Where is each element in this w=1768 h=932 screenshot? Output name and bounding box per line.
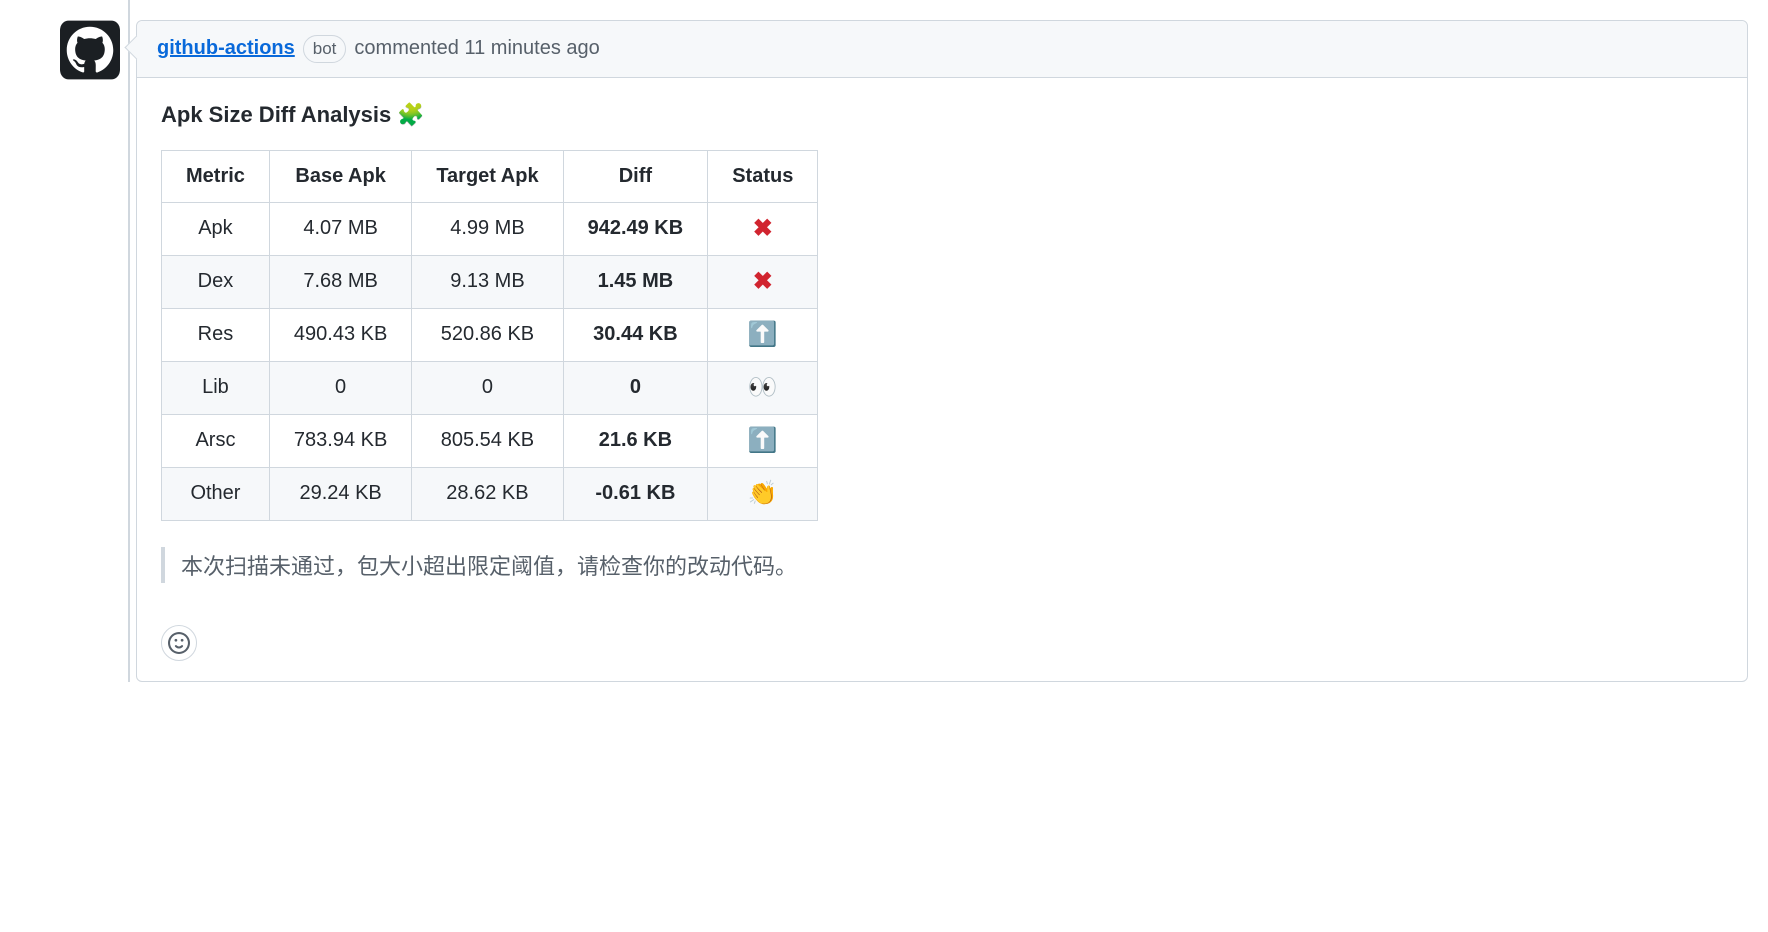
status-cell: ✖ bbox=[708, 202, 818, 255]
metric-cell: Arsc bbox=[162, 414, 270, 467]
table-header-row: Metric Base Apk Target Apk Diff Status bbox=[162, 150, 818, 202]
diff-cell: 30.44 KB bbox=[563, 308, 708, 361]
metric-cell: Apk bbox=[162, 202, 270, 255]
target-cell: 4.99 MB bbox=[412, 202, 563, 255]
metric-cell: Other bbox=[162, 467, 270, 520]
col-base: Base Apk bbox=[269, 150, 411, 202]
comment-action-text: commented 11 minutes ago bbox=[354, 37, 599, 60]
status-cell: 👏 bbox=[708, 467, 818, 520]
table-row: Other29.24 KB28.62 KB-0.61 KB👏 bbox=[162, 467, 818, 520]
col-status: Status bbox=[708, 150, 818, 202]
comment-timestamp[interactable]: 11 minutes ago bbox=[464, 37, 599, 59]
target-cell: 520.86 KB bbox=[412, 308, 563, 361]
base-cell: 490.43 KB bbox=[269, 308, 411, 361]
add-reaction-button[interactable] bbox=[161, 625, 197, 661]
diff-cell: 942.49 KB bbox=[563, 202, 708, 255]
status-cell: ⬆️ bbox=[708, 308, 818, 361]
col-target: Target Apk bbox=[412, 150, 563, 202]
base-cell: 29.24 KB bbox=[269, 467, 411, 520]
base-cell: 4.07 MB bbox=[269, 202, 411, 255]
diff-cell: 1.45 MB bbox=[563, 255, 708, 308]
analysis-title: Apk Size Diff Analysis 🧩 bbox=[161, 102, 1723, 128]
metric-cell: Dex bbox=[162, 255, 270, 308]
author-link[interactable]: github-actions bbox=[157, 37, 295, 60]
base-cell: 7.68 MB bbox=[269, 255, 411, 308]
target-cell: 805.54 KB bbox=[412, 414, 563, 467]
metric-cell: Lib bbox=[162, 361, 270, 414]
diff-cell: 21.6 KB bbox=[563, 414, 708, 467]
target-cell: 28.62 KB bbox=[412, 467, 563, 520]
status-cell: ✖ bbox=[708, 255, 818, 308]
cross-mark-icon: ✖ bbox=[753, 268, 773, 295]
comment-body: Apk Size Diff Analysis 🧩 Metric Base Apk… bbox=[137, 78, 1747, 621]
comment-box: github-actions bot commented 11 minutes … bbox=[136, 20, 1748, 682]
table-row: Apk4.07 MB4.99 MB942.49 KB ✖ bbox=[162, 202, 818, 255]
comment-header: github-actions bot commented 11 minutes … bbox=[137, 21, 1747, 78]
table-row: Lib000👀 bbox=[162, 361, 818, 414]
base-cell: 0 bbox=[269, 361, 411, 414]
target-cell: 0 bbox=[412, 361, 563, 414]
table-row: Arsc783.94 KB805.54 KB21.6 KB⬆️ bbox=[162, 414, 818, 467]
target-cell: 9.13 MB bbox=[412, 255, 563, 308]
base-cell: 783.94 KB bbox=[269, 414, 411, 467]
status-cell: ⬆️ bbox=[708, 414, 818, 467]
bot-badge: bot bbox=[303, 35, 347, 63]
smiley-icon bbox=[168, 632, 190, 654]
col-diff: Diff bbox=[563, 150, 708, 202]
metric-cell: Res bbox=[162, 308, 270, 361]
table-row: Res490.43 KB520.86 KB30.44 KB⬆️ bbox=[162, 308, 818, 361]
result-note: 本次扫描未通过，包大小超出限定阈值，请检查你的改动代码。 bbox=[161, 547, 1723, 583]
cross-mark-icon: ✖ bbox=[753, 215, 773, 242]
col-metric: Metric bbox=[162, 150, 270, 202]
status-cell: 👀 bbox=[708, 361, 818, 414]
table-row: Dex7.68 MB9.13 MB1.45 MB ✖ bbox=[162, 255, 818, 308]
diff-cell: -0.61 KB bbox=[563, 467, 708, 520]
puzzle-piece-icon: 🧩 bbox=[397, 102, 424, 128]
diff-table: Metric Base Apk Target Apk Diff Status A… bbox=[161, 150, 818, 521]
diff-cell: 0 bbox=[563, 361, 708, 414]
author-avatar[interactable] bbox=[60, 20, 120, 80]
github-mark-icon bbox=[60, 20, 120, 80]
